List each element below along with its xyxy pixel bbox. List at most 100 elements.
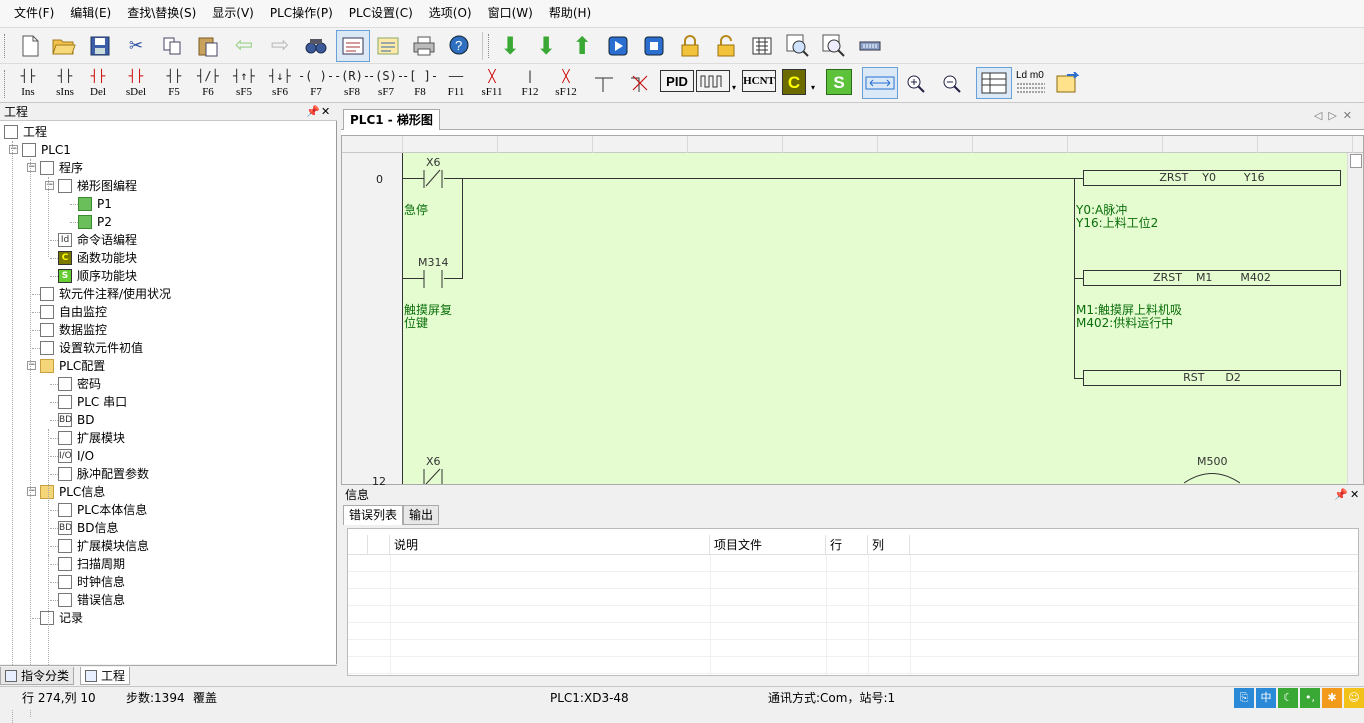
menu-item[interactable]: 选项(O) (421, 0, 480, 27)
pin-icon[interactable]: 📌 (306, 103, 320, 121)
close-icon[interactable]: ✕ (1350, 486, 1359, 504)
menu-item[interactable]: 文件(F) (6, 0, 62, 27)
menu-item[interactable]: PLC设置(C) (341, 0, 421, 27)
hcnt-button[interactable]: HCNT (742, 70, 776, 92)
ladder-tool-f7[interactable]: -( )- F7 (298, 66, 334, 102)
pin-icon[interactable]: 📌 (1334, 486, 1348, 504)
table-row[interactable] (348, 555, 1358, 572)
download-icon[interactable]: ⬇ (496, 32, 524, 60)
pid-button[interactable]: PID (660, 70, 694, 92)
ladder-view-icon[interactable] (336, 30, 370, 62)
tree-item[interactable]: PLC 串口 (58, 393, 127, 411)
ladder-tool-sf5[interactable]: ┤↑├ sF5 (226, 66, 262, 102)
refresh-icon[interactable] (1054, 70, 1082, 98)
tab-instruction-category[interactable]: 指令分类 (0, 667, 75, 685)
c-function-button[interactable]: C (782, 69, 806, 95)
menu-item[interactable]: 帮助(H) (541, 0, 599, 27)
wire-mode-icon[interactable] (862, 67, 898, 99)
tree-item[interactable]: 时钟信息 (58, 573, 125, 591)
cut-icon[interactable]: ✂ (122, 32, 150, 60)
ladder-tool-sf6[interactable]: ┤↓├ sF6 (262, 66, 298, 102)
column-header[interactable] (348, 535, 368, 555)
tree-item[interactable]: PLC配置 (40, 357, 105, 375)
undo-icon[interactable]: ⇦ (230, 32, 258, 60)
ime-chinese-icon[interactable]: 中 (1256, 688, 1276, 708)
close-icon[interactable]: ✕ (321, 103, 330, 121)
ladder-tool-ins[interactable]: ┤├ Ins (10, 66, 46, 102)
menu-item[interactable]: 显示(V) (204, 0, 262, 27)
column-header[interactable]: 项目文件 (710, 535, 826, 555)
tab-output[interactable]: 输出 (403, 505, 440, 525)
collapse-toggle[interactable]: − (27, 487, 36, 496)
delete-vertical-line-icon[interactable] (626, 70, 654, 98)
vertical-line-icon[interactable] (590, 70, 618, 98)
unlock-icon[interactable] (712, 32, 740, 60)
zoom-monitor-icon[interactable] (784, 32, 812, 60)
ld-m0-button[interactable]: Ld m0 (1016, 70, 1052, 100)
column-header[interactable] (368, 535, 390, 555)
ladder-canvas[interactable]: X6 急停 M314 触摸屏复 位键 ZRST Y0 Y16 Y0:A脉冲 Y1… (402, 153, 1347, 484)
instruction-view-icon[interactable] (374, 32, 402, 60)
instruction-box[interactable]: ZRST Y0 Y16 (1083, 170, 1341, 186)
coil-m500[interactable] (1182, 466, 1242, 484)
open-folder-icon[interactable] (50, 32, 78, 60)
tree-item[interactable]: PLC1 (22, 141, 71, 159)
settings-icon[interactable]: ✱ (1322, 688, 1342, 708)
tree-item[interactable]: PLC信息 (40, 483, 105, 501)
search-monitor-icon[interactable] (820, 32, 848, 60)
run-icon[interactable] (604, 32, 632, 60)
tree-item[interactable]: 程序 (40, 159, 83, 177)
monitor-icon[interactable] (748, 32, 776, 60)
save-icon[interactable] (86, 32, 114, 60)
ladder-tool-del[interactable]: ┤├ Del (80, 66, 116, 102)
column-header[interactable]: 行 (826, 535, 868, 555)
menu-item[interactable]: 编辑(E) (62, 0, 119, 27)
ladder-tool-f8[interactable]: -[ ]- F8 (402, 66, 438, 102)
ladder-tool-sf8[interactable]: -(R)- sF8 (334, 66, 370, 102)
upload-icon[interactable]: ⬆ (568, 32, 596, 60)
menu-item[interactable]: 查找\替换(S) (119, 0, 204, 27)
toolbar-grip[interactable] (488, 34, 491, 58)
chevron-down-icon[interactable]: ▾ (730, 74, 738, 102)
lock-icon[interactable] (676, 32, 704, 60)
emoji-icon[interactable]: ☺ (1344, 688, 1364, 708)
instruction-box[interactable]: RST D2 (1083, 370, 1341, 386)
vertical-scrollbar[interactable] (1347, 153, 1363, 484)
ladder-tool-f12[interactable]: | F12 (512, 66, 548, 102)
toolbar-grip[interactable] (4, 34, 7, 58)
punctuation-icon[interactable]: •, (1300, 688, 1320, 708)
tree-item[interactable]: Id 命令语编程 (58, 231, 137, 249)
comment-view-icon[interactable] (976, 67, 1012, 99)
tree-item[interactable]: 自由监控 (40, 303, 107, 321)
tree-item[interactable]: 数据监控 (40, 321, 107, 339)
stop-icon[interactable] (640, 32, 668, 60)
ladder-tool-sf7[interactable]: -(S)- sF7 (368, 66, 404, 102)
column-header[interactable]: 列 (868, 535, 910, 555)
zoom-out-icon[interactable] (938, 70, 966, 98)
table-row[interactable] (348, 657, 1358, 674)
tab-ladder-plc1[interactable]: PLC1 - 梯形图 (343, 109, 440, 130)
table-row[interactable] (348, 606, 1358, 623)
menu-item[interactable]: PLC操作(P) (262, 0, 341, 27)
copy-icon[interactable] (158, 32, 186, 60)
moon-icon[interactable]: ☾ (1278, 688, 1298, 708)
instruction-box[interactable]: ZRST M1 M402 (1083, 270, 1341, 286)
toolbar-grip[interactable] (4, 70, 7, 98)
ladder-tool-f6[interactable]: ┤/├ F6 (190, 66, 226, 102)
comm-icon[interactable] (856, 32, 884, 60)
tree-item[interactable]: 扩展模块信息 (58, 537, 149, 555)
tree-item[interactable]: 记录 (40, 609, 83, 627)
ladder-diagram[interactable]: 0 12 X6 急停 M314 触摸屏复 位键 ZRST Y0 Y16 Y0:A… (341, 135, 1364, 488)
ladder-tool-sdel[interactable]: ┤├ sDel (118, 66, 154, 102)
tree-item[interactable]: 扩展模块 (58, 429, 125, 447)
tree-item[interactable]: 软元件注释/使用状况 (40, 285, 171, 303)
collapse-toggle[interactable]: − (27, 361, 36, 370)
collapse-toggle[interactable]: − (45, 181, 54, 190)
ladder-tool-sf12[interactable]: ╳ sF12 (548, 66, 584, 102)
tree-item[interactable]: 设置软元件初值 (40, 339, 143, 357)
tab-scroll-controls[interactable]: ◁▷✕ (1314, 109, 1358, 122)
tree-item[interactable]: I/O I/O (58, 447, 94, 465)
find-icon[interactable] (302, 32, 330, 60)
nc-contact-x6[interactable] (422, 168, 446, 190)
zoom-in-icon[interactable] (902, 70, 930, 98)
